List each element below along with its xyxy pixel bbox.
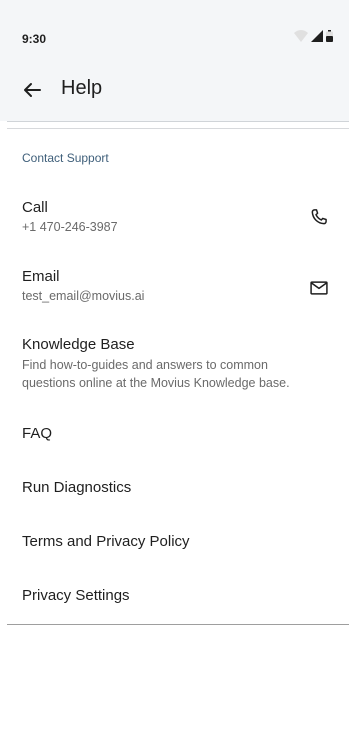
call-title: Call [22,199,48,216]
wifi-icon [294,30,308,42]
terms-privacy-row[interactable]: Terms and Privacy Policy [0,522,349,562]
section-label-contact-support: Contact Support [22,151,109,165]
divider [7,624,349,625]
top-app-bar: 9:30 Help [0,0,349,121]
divider [7,121,349,122]
phone-icon[interactable] [309,207,329,227]
email-title: Email [22,268,60,285]
terms-privacy-title: Terms and Privacy Policy [22,533,190,550]
faq-title: FAQ [22,425,53,442]
privacy-settings-row[interactable]: Privacy Settings [0,576,349,616]
run-diagnostics-row[interactable]: Run Diagnostics [0,468,349,508]
status-icons [294,30,333,42]
arrow-back-icon[interactable] [20,78,44,102]
email-address: test_email@movius.ai [22,289,145,303]
run-diagnostics-title: Run Diagnostics [22,479,132,496]
privacy-settings-title: Privacy Settings [22,587,130,604]
call-row[interactable]: Call +1 470-246-3987 [0,190,349,246]
page-title: Help [61,77,103,99]
knowledge-base-description-line2: questions online at the Movius Knowledge… [22,376,290,390]
signal-icon [311,30,323,42]
knowledge-base-title: Knowledge Base [22,336,135,353]
mail-icon[interactable] [309,278,329,298]
knowledge-base-row[interactable]: Knowledge Base Find how-to-guides and an… [0,326,349,398]
knowledge-base-description-line1: Find how-to-guides and answers to common [22,358,268,372]
call-number: +1 470-246-3987 [22,220,118,234]
status-time: 9:30 [22,32,47,46]
email-row[interactable]: Email test_email@movius.ai [0,259,349,315]
divider [7,128,349,129]
battery-icon [326,30,333,42]
faq-row[interactable]: FAQ [0,414,349,454]
